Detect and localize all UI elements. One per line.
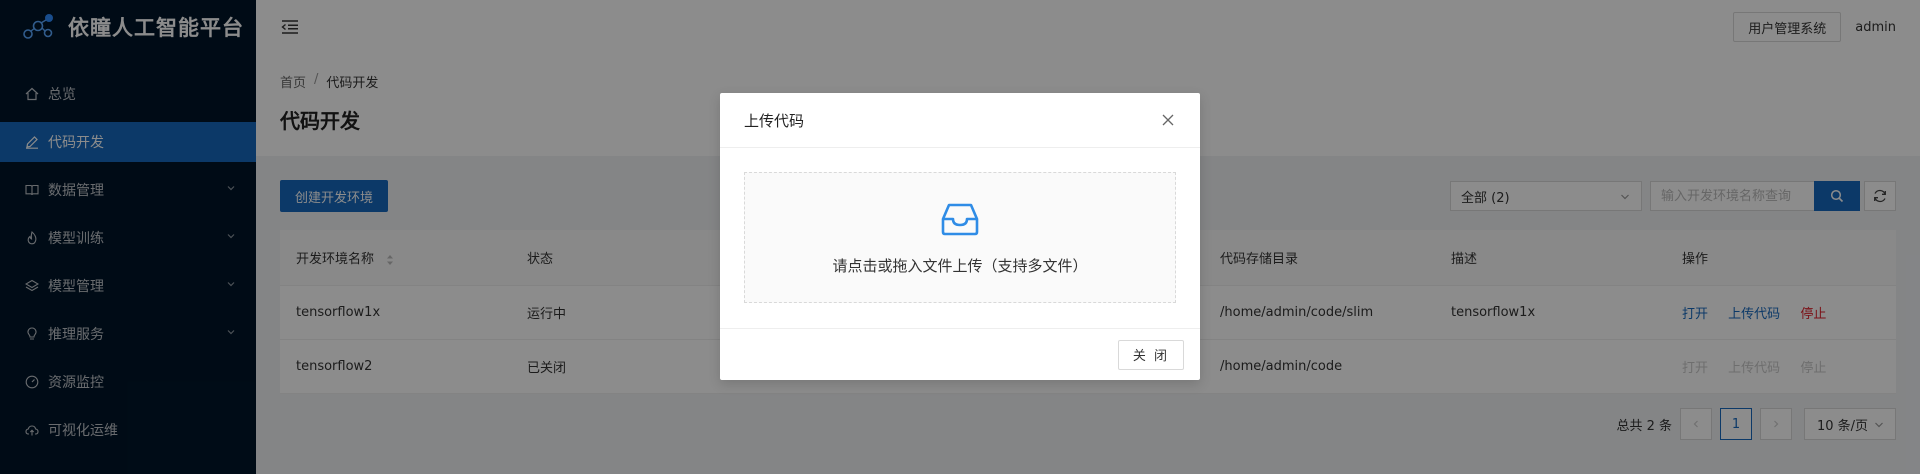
upload-dropzone[interactable]: 请点击或拖入文件上传（支持多文件） xyxy=(744,172,1176,303)
modal-title: 上传代码 xyxy=(744,111,805,130)
upload-code-modal: 上传代码 请点击或拖入文件上传（支持多文件） 关 闭 xyxy=(720,93,1200,380)
close-button[interactable]: 关 闭 xyxy=(1117,339,1184,370)
modal-footer: 关 闭 xyxy=(720,328,1200,380)
inbox-icon xyxy=(941,203,979,236)
modal-header: 上传代码 xyxy=(720,93,1200,148)
close-icon xyxy=(1162,114,1174,126)
modal-close-button[interactable] xyxy=(1160,112,1176,128)
modal-body: 请点击或拖入文件上传（支持多文件） xyxy=(720,148,1200,328)
dropzone-text: 请点击或拖入文件上传（支持多文件） xyxy=(832,257,1088,275)
